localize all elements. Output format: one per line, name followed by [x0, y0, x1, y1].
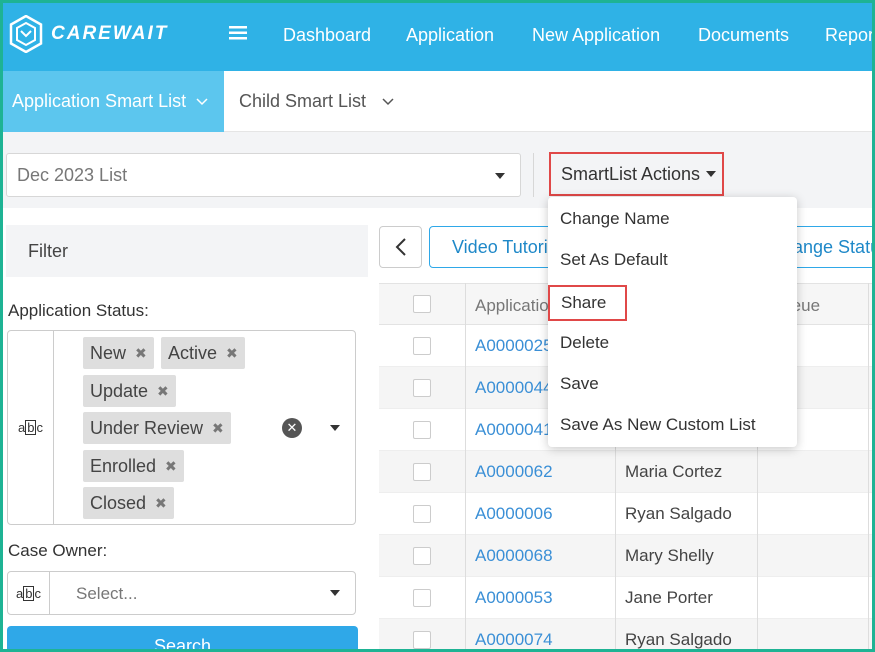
chip-label: Under Review [90, 417, 204, 438]
nav-new-application[interactable]: New Application [532, 25, 660, 46]
tab-child-smart-list[interactable]: Child Smart List [239, 71, 394, 132]
status-chip: New ✖ [83, 337, 154, 369]
row-checkbox[interactable] [413, 463, 431, 481]
caret-down-icon [330, 590, 340, 596]
brand-logo[interactable]: CAREWAIT [9, 15, 168, 53]
caret-down-icon [706, 171, 716, 177]
smartlist-select-value: Dec 2023 List [17, 164, 128, 185]
column-divider [465, 283, 466, 649]
menu-item-change-name[interactable]: Change Name [548, 199, 797, 239]
row-checkbox[interactable] [413, 547, 431, 565]
applicant-name: Ryan Salgado [625, 630, 732, 649]
smartlist-actions-menu: Change Name Set As Default Share Delete … [548, 197, 797, 447]
menu-item-set-as-default[interactable]: Set As Default [548, 240, 797, 280]
remove-chip-icon[interactable]: ✖ [226, 345, 238, 362]
case-owner-select[interactable]: abc Select... [7, 571, 356, 615]
chip-label: Active [168, 342, 218, 363]
status-chip: Closed ✖ [83, 487, 174, 519]
chip-label: Closed [90, 492, 147, 513]
carewait-logo-icon [9, 15, 43, 53]
table-row[interactable]: A0000074 Ryan Salgado [379, 619, 872, 649]
table-row[interactable]: A0000062 Maria Cortez [379, 451, 872, 493]
case-owner-placeholder: Select... [76, 584, 138, 603]
application-id-link[interactable]: A0000041 [475, 420, 553, 440]
chevron-left-icon [395, 238, 406, 256]
nav-reports[interactable]: Reports [825, 25, 872, 46]
select-all-checkbox[interactable] [413, 295, 431, 313]
smartlist-actions-label: SmartList Actions [561, 163, 701, 184]
row-checkbox[interactable] [413, 379, 431, 397]
applicant-name: Jane Porter [625, 588, 713, 607]
row-checkbox[interactable] [413, 337, 431, 355]
clear-all-icon[interactable]: ✕ [282, 418, 302, 438]
row-checkbox[interactable] [413, 421, 431, 439]
applicant-name: Mary Shelly [625, 546, 714, 565]
status-chip: Under Review ✖ [83, 412, 231, 444]
remove-chip-icon[interactable]: ✖ [157, 383, 169, 400]
top-navbar: CAREWAIT Dashboard Application New Appli… [3, 3, 872, 71]
application-id-link[interactable]: A0000044 [475, 378, 553, 398]
row-checkbox[interactable] [413, 589, 431, 607]
smartlist-tabbar: Application Smart List Child Smart List [3, 71, 872, 132]
app-frame: CAREWAIT Dashboard Application New Appli… [0, 0, 875, 652]
caret-down-icon [495, 173, 505, 179]
chevron-down-icon [382, 97, 394, 105]
hamburger-menu-icon[interactable] [229, 25, 247, 46]
application-id-link[interactable]: A0000068 [475, 546, 553, 566]
table-row[interactable]: A0000053 Jane Porter [379, 577, 872, 619]
nav-application[interactable]: Application [406, 25, 494, 46]
applicant-name: Maria Cortez [625, 462, 723, 481]
video-tutorials-button[interactable]: Video Tutorials [429, 226, 559, 268]
chip-label: Update [90, 380, 149, 401]
menu-item-share[interactable]: Share [548, 285, 627, 321]
menu-item-save-as-new-custom-list[interactable]: Save As New Custom List [548, 405, 797, 445]
tab-label: Application Smart List [12, 91, 187, 111]
filter-header[interactable]: Filter [6, 225, 368, 277]
chip-label: New [90, 342, 127, 363]
row-checkbox[interactable] [413, 631, 431, 649]
text-type-icon: abc [8, 331, 54, 524]
applicant-name: Ryan Salgado [625, 504, 732, 523]
row-checkbox[interactable] [413, 505, 431, 523]
status-chip: Enrolled ✖ [83, 450, 184, 482]
nav-documents[interactable]: Documents [698, 25, 789, 46]
table-row[interactable]: A0000068 Mary Shelly [379, 535, 872, 577]
remove-chip-icon[interactable]: ✖ [135, 345, 147, 362]
application-id-link[interactable]: A0000006 [475, 504, 553, 524]
menu-item-delete[interactable]: Delete [548, 323, 797, 363]
chip-label: Enrolled [90, 455, 157, 476]
case-owner-label: Case Owner: [8, 541, 108, 560]
filter-label: Filter [28, 240, 68, 261]
toolbar-divider [533, 153, 534, 197]
remove-chip-icon[interactable]: ✖ [212, 420, 224, 437]
application-id-link[interactable]: A0000062 [475, 462, 553, 482]
table-row[interactable]: A0000006 Ryan Salgado [379, 493, 872, 535]
application-id-link[interactable]: A0000025 [475, 336, 553, 356]
brand-name: CAREWAIT [51, 23, 169, 44]
chevron-down-icon [196, 97, 208, 105]
tab-application-smart-list[interactable]: Application Smart List [3, 71, 224, 132]
application-id-link[interactable]: A0000074 [475, 630, 553, 649]
nav-dashboard[interactable]: Dashboard [283, 25, 371, 46]
search-button[interactable]: Search [7, 626, 358, 652]
tab-label: Child Smart List [239, 91, 367, 111]
column-header-application[interactable]: Application [475, 296, 558, 316]
search-button-label: Search [153, 636, 212, 652]
status-chip: Active ✖ [161, 337, 245, 369]
smartlist-actions-button[interactable]: SmartList Actions [549, 152, 724, 196]
application-id-link[interactable]: A0000053 [475, 588, 553, 608]
back-button[interactable] [379, 226, 422, 268]
caret-down-icon[interactable] [330, 425, 340, 431]
text-type-icon: abc [8, 572, 50, 614]
video-tutorials-label: Video Tutorials [452, 236, 559, 257]
remove-chip-icon[interactable]: ✖ [155, 495, 167, 512]
remove-chip-icon[interactable]: ✖ [165, 458, 177, 475]
application-status-label: Application Status: [8, 301, 149, 320]
smartlist-select[interactable]: Dec 2023 List [6, 153, 521, 197]
application-status-multiselect[interactable]: abc New ✖ Active ✖ Update ✖ Under Review ✖ E… [7, 330, 356, 525]
menu-item-save[interactable]: Save [548, 364, 797, 404]
status-chip: Update ✖ [83, 375, 176, 407]
column-divider [868, 283, 869, 649]
